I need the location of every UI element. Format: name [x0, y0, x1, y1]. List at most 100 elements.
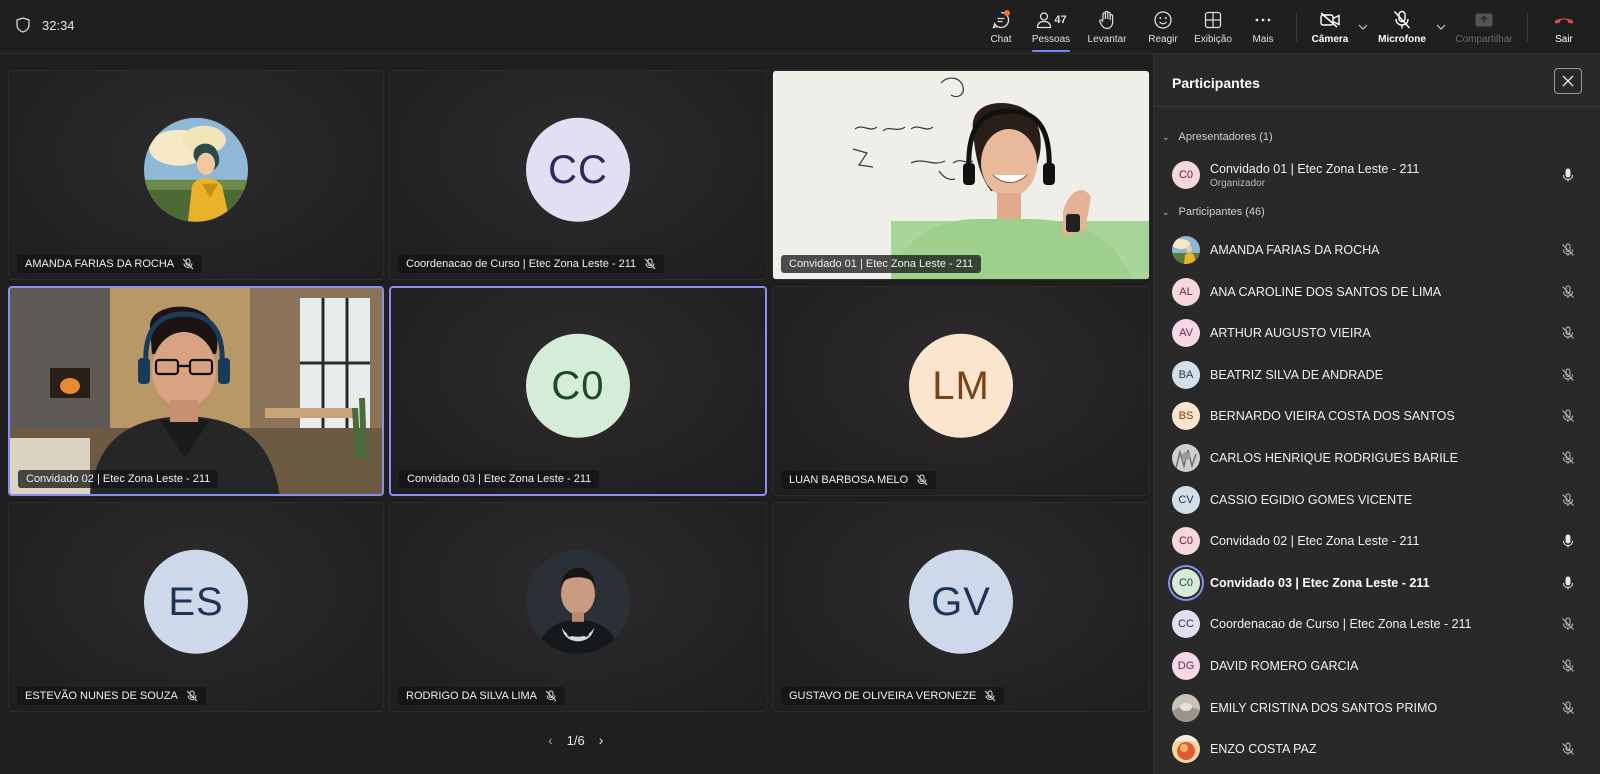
participant-video-tile[interactable]: Convidado 02 | Etec Zona Leste - 211 [8, 286, 384, 496]
mic-off-icon [984, 690, 996, 702]
timer-text: 32:34 [42, 17, 75, 33]
camera-options-chevron-icon[interactable] [1355, 0, 1371, 54]
share-button[interactable]: Compartilhar [1449, 0, 1519, 54]
participant-name: Coordenacao de Curso | Etec Zona Leste -… [1210, 617, 1472, 632]
participant-tile[interactable]: GV GUSTAVO DE OLIVEIRA VERONEZE [772, 502, 1150, 712]
avatar: C0 [1172, 161, 1200, 189]
participant-name: LUAN BARBOSA MELO [789, 474, 909, 486]
photo-avatar [1172, 735, 1200, 764]
participant-row[interactable]: AMANDA FARIAS DA ROCHA [1172, 230, 1576, 270]
participant-name: Convidado 01 | Etec Zona Leste - 211 [789, 258, 974, 270]
video-grid: AMANDA FARIAS DA ROCHA CC Coordenacao de… [8, 70, 1150, 712]
react-button[interactable]: Reagir [1138, 0, 1188, 54]
hand-icon [1096, 10, 1118, 30]
hang-up-icon [1553, 10, 1575, 30]
avatar: BS [1172, 402, 1200, 431]
participant-row[interactable]: CV CASSIO EGIDIO GOMES VICENTE [1172, 480, 1576, 520]
photo-avatar [1172, 236, 1200, 264]
participant-row[interactable]: BS BERNARDO VIEIRA COSTA DOS SANTOS [1172, 396, 1576, 436]
participant-row[interactable]: C0 Convidado 02 | Etec Zona Leste - 211 [1172, 521, 1576, 561]
close-panel-button[interactable] [1554, 68, 1582, 94]
previous-page-chevron-icon[interactable]: ‹ [548, 732, 553, 748]
chat-button[interactable]: Chat [976, 0, 1026, 54]
participant-name: BERNARDO VIEIRA COSTA DOS SANTOS [1210, 409, 1455, 424]
meeting-timer: 32:34 [16, 17, 75, 33]
more-button[interactable]: Mais [1238, 0, 1288, 54]
participant-name: ENZO COSTA PAZ [1210, 742, 1317, 757]
toolbar-divider [1296, 12, 1297, 42]
mic-off-icon [1560, 367, 1576, 383]
participant-name: ARTHUR AUGUSTO VIEIRA [1210, 326, 1371, 341]
people-count: 47 [1054, 13, 1067, 26]
participant-tile[interactable]: C0 Convidado 03 | Etec Zona Leste - 211 [389, 286, 767, 496]
mic-off-icon [1560, 408, 1576, 424]
photo-avatar [1172, 444, 1200, 472]
participant-role: Organizador [1210, 177, 1266, 189]
smile-icon [1152, 10, 1174, 30]
leave-button[interactable]: Sair [1536, 0, 1592, 54]
mic-icon [1560, 575, 1576, 591]
page-indicator: 1/6 [566, 732, 585, 748]
participant-row[interactable]: CARLOS HENRIQUE RODRIGUES BARILE [1172, 438, 1576, 478]
raise-hand-button[interactable]: Levantar [1076, 0, 1138, 54]
avatar: CC [1172, 610, 1200, 639]
participant-nametag: RODRIGO DA SILVA LIMA [398, 687, 566, 705]
participant-tile[interactable]: RODRIGO DA SILVA LIMA [389, 502, 767, 712]
participants-section-header[interactable]: ⌄ Participantes (46) [1162, 206, 1265, 218]
grid-pager: ‹ 1/6 › [548, 732, 603, 748]
participant-name: DAVID ROMERO GARCIA [1210, 659, 1359, 673]
participant-row[interactable]: C0 Convidado 03 | Etec Zona Leste - 211 [1172, 563, 1576, 603]
participant-name: Convidado 03 | Etec Zona Leste - 211 [407, 473, 592, 485]
participant-nametag: ESTEVÃO NUNES DE SOUZA [17, 687, 206, 705]
microphone-button[interactable]: Microfone [1371, 0, 1433, 54]
avatar-initials: ES [144, 549, 248, 654]
participant-name: EMILY CRISTINA DOS SANTOS PRIMO [1210, 700, 1438, 715]
people-button[interactable]: 47 Pessoas [1026, 0, 1076, 54]
camera-button[interactable]: Câmera [1305, 0, 1355, 54]
participant-tile[interactable]: ES ESTEVÃO NUNES DE SOUZA [8, 502, 384, 712]
mic-off-icon [644, 258, 656, 270]
participant-row[interactable]: CC Coordenacao de Curso | Etec Zona Leste… [1172, 604, 1576, 644]
participant-name: Convidado 03 | Etec Zona Leste - 211 [1210, 575, 1430, 590]
mic-off-icon [1560, 616, 1576, 632]
participant-row[interactable]: C0 Convidado 01 | Etec Zona Leste - 211 … [1172, 155, 1576, 195]
mic-off-icon [1391, 10, 1413, 30]
notification-dot [1004, 10, 1010, 16]
avatar: CV [1172, 485, 1200, 514]
presenters-section-header[interactable]: ⌄ Apresentadores (1) [1162, 131, 1273, 143]
mic-off-icon [1560, 450, 1576, 466]
panel-divider [1154, 106, 1600, 107]
participant-tile[interactable]: CC Coordenacao de Curso | Etec Zona Lest… [389, 70, 767, 280]
mic-icon [1560, 167, 1576, 183]
toolbar-divider [1527, 12, 1528, 42]
next-page-chevron-icon[interactable]: › [599, 732, 604, 748]
participant-tile[interactable]: AMANDA FARIAS DA ROCHA [8, 70, 384, 280]
participant-name: CASSIO EGIDIO GOMES VICENTE [1210, 492, 1413, 507]
participant-row[interactable]: ENZO COSTA PAZ [1172, 729, 1576, 769]
avatar: AL [1172, 277, 1200, 306]
participant-row[interactable]: EMILY CRISTINA DOS SANTOS PRIMO [1172, 688, 1576, 728]
photo-avatar [1172, 693, 1200, 722]
participant-row[interactable]: DG DAVID ROMERO GARCIA [1172, 646, 1576, 686]
participant-row[interactable]: AL ANA CAROLINE DOS SANTOS DE LIMA [1172, 272, 1576, 312]
avatar-initials: C0 [526, 333, 630, 438]
avatar-initials: LM [909, 333, 1013, 438]
participant-name: BEATRIZ SILVA DE ANDRADE [1210, 367, 1383, 382]
participant-row[interactable]: AV ARTHUR AUGUSTO VIEIRA [1172, 313, 1576, 353]
mic-options-chevron-icon[interactable] [1433, 0, 1449, 54]
view-button[interactable]: Exibição [1188, 0, 1238, 54]
participant-nametag: Coordenacao de Curso | Etec Zona Leste -… [398, 255, 665, 273]
participant-name: AMANDA FARIAS DA ROCHA [1210, 243, 1380, 257]
participant-name: AMANDA FARIAS DA ROCHA [25, 258, 175, 270]
participant-nametag: LUAN BARBOSA MELO [781, 471, 937, 489]
close-icon [1562, 75, 1574, 87]
participant-tile[interactable]: LM LUAN BARBOSA MELO [772, 286, 1150, 496]
participant-video-tile[interactable]: Convidado 01 | Etec Zona Leste - 211 [772, 70, 1150, 280]
mic-off-icon [182, 258, 194, 270]
avatar: C0 [1172, 568, 1200, 597]
participant-name: ESTEVÃO NUNES DE SOUZA [25, 690, 178, 702]
avatar: AV [1172, 319, 1200, 348]
participant-row[interactable]: BA BEATRIZ SILVA DE ANDRADE [1172, 355, 1576, 395]
participant-name: GUSTAVO DE OLIVEIRA VERONEZE [789, 690, 977, 702]
mic-off-icon [1560, 325, 1576, 341]
